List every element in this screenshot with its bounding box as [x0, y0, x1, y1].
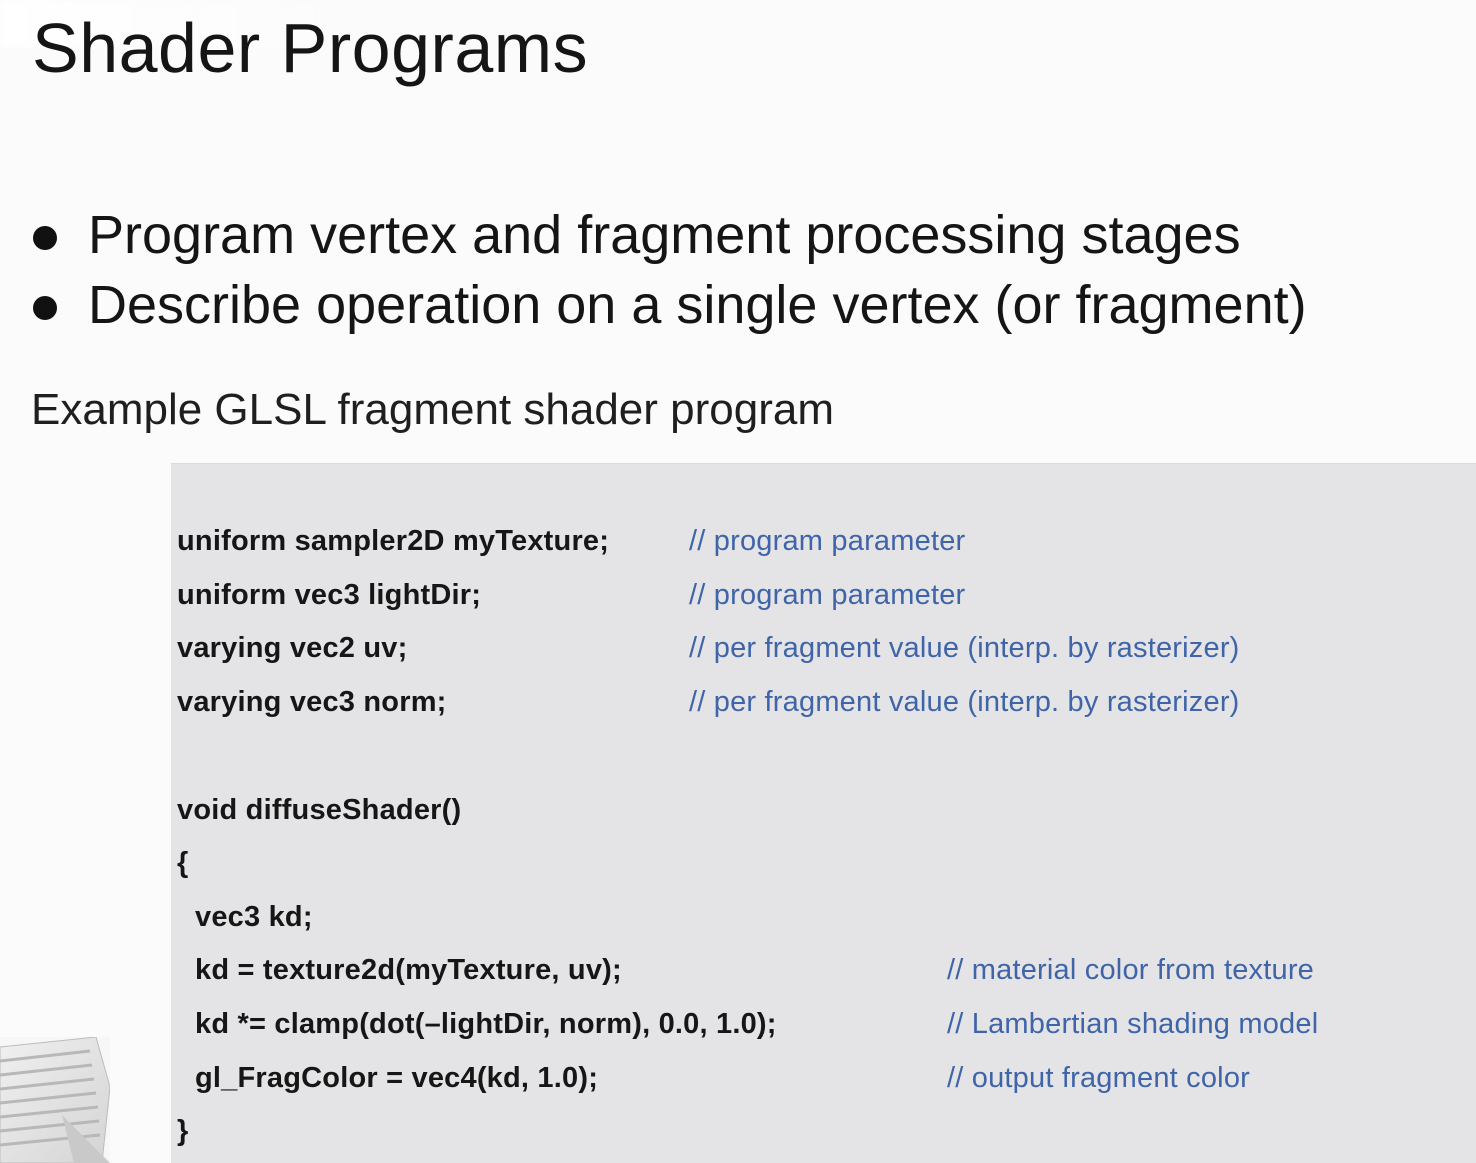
- code-line-uv: varying vec2 uv;: [177, 632, 408, 664]
- bullet-item-single-vertex: Describe operation on a single vertex (o…: [30, 270, 1307, 340]
- bullet-item-program-stages: Program vertex and fragment processing s…: [30, 200, 1307, 270]
- code-comment-program-parameter: // program parameter: [689, 579, 966, 611]
- bullet-dot-icon: [33, 296, 57, 320]
- code-comment-per-fragment-value: // per fragment value (interp. by raster…: [689, 632, 1240, 664]
- code-line-kd-declaration: vec3 kd;: [195, 901, 313, 933]
- code-block: uniform sampler2D myTexture; // program …: [171, 463, 1476, 1163]
- paper-stack-image: [0, 1037, 110, 1163]
- bullet-text: Describe operation on a single vertex (o…: [88, 275, 1307, 335]
- code-line-lightdir: uniform vec3 lightDir;: [177, 579, 482, 611]
- bullet-dot-icon: [33, 226, 57, 250]
- bullet-list: Program vertex and fragment processing s…: [30, 200, 1307, 340]
- code-line-close-brace: }: [177, 1115, 189, 1147]
- code-line-texture-sample: kd = texture2d(myTexture, uv);: [195, 954, 622, 986]
- example-heading: Example GLSL fragment shader program: [31, 385, 834, 434]
- code-line-lambertian-clamp: kd *= clamp(dot(–lightDir, norm), 0.0, 1…: [195, 1008, 777, 1040]
- code-line-frag-color: gl_FragColor = vec4(kd, 1.0);: [195, 1062, 599, 1094]
- code-comment-output-color: // output fragment color: [947, 1062, 1251, 1094]
- code-line-mytexture: uniform sampler2D myTexture;: [177, 525, 610, 557]
- bullet-text: Program vertex and fragment processing s…: [88, 205, 1241, 265]
- code-line-norm: varying vec3 norm;: [177, 686, 447, 718]
- code-comment-lambertian-shading: // Lambertian shading model: [947, 1008, 1319, 1040]
- code-comment-per-fragment-value: // per fragment value (interp. by raster…: [689, 686, 1240, 718]
- slide-title: Shader Programs: [32, 9, 589, 87]
- code-comment-material-color: // material color from texture: [947, 954, 1314, 986]
- code-line-function-signature: void diffuseShader(): [177, 794, 462, 826]
- code-comment-program-parameter: // program parameter: [689, 525, 966, 557]
- code-line-open-brace: {: [177, 847, 189, 879]
